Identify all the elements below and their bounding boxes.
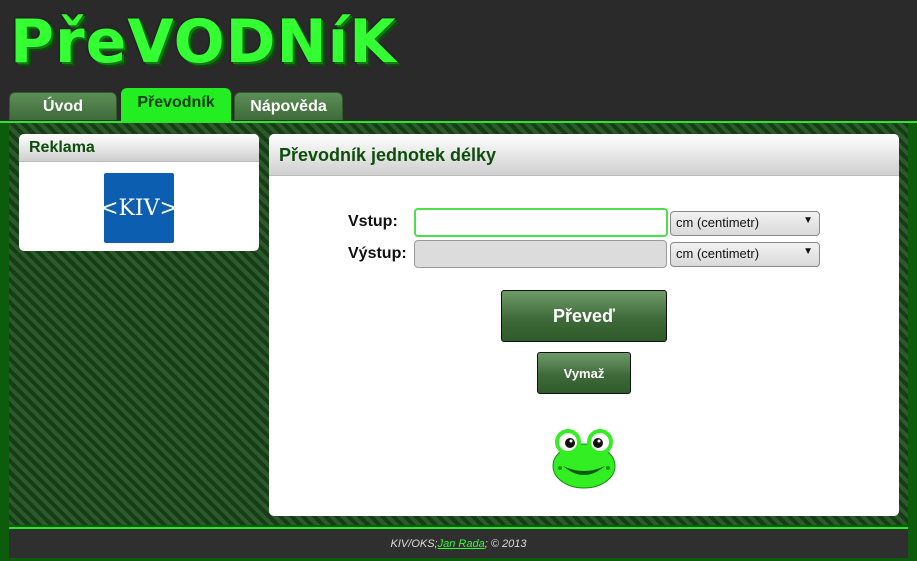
ad-panel: Reklama <KIV>: [19, 134, 259, 251]
site-header: PřeVODNíK Úvod Převodník Nápověda: [0, 0, 917, 122]
content-area: Reklama <KIV> Převodník jednotek délky V…: [0, 121, 917, 561]
site-logo: PřeVODNíK: [10, 7, 397, 77]
input-label: Vstup:: [348, 213, 398, 230]
ad-panel-title: Reklama: [19, 134, 259, 162]
input-value-field[interactable]: [414, 208, 668, 237]
frog-mascot-icon: [552, 429, 616, 489]
footer-suffix: ; © 2013: [484, 537, 527, 550]
dropdown-arrow-icon: ▼: [803, 246, 813, 257]
dropdown-arrow-icon: ▼: [803, 215, 813, 226]
site-footer: KIV/OKS; Jan Rada ; © 2013: [9, 527, 908, 558]
converter-title: Převodník jednotek délky: [269, 134, 899, 176]
output-value-field: [414, 240, 667, 268]
tab-prevodnik[interactable]: Převodník: [121, 88, 231, 122]
converter-panel: Převodník jednotek délky Vstup: cm (cent…: [269, 134, 899, 516]
striped-background: Reklama <KIV> Převodník jednotek délky V…: [9, 123, 908, 525]
input-unit-value: cm (centimetr): [676, 215, 760, 230]
input-unit-select[interactable]: cm (centimetr) ▼: [670, 211, 820, 236]
convert-button[interactable]: Převeď: [501, 290, 667, 342]
tab-napoveda[interactable]: Nápověda: [234, 92, 343, 120]
tab-uvod[interactable]: Úvod: [9, 92, 117, 120]
output-unit-select[interactable]: cm (centimetr) ▼: [670, 242, 820, 267]
kiv-logo[interactable]: <KIV>: [100, 173, 178, 243]
footer-prefix: KIV/OKS;: [390, 537, 438, 550]
footer-author-link[interactable]: Jan Rada: [438, 538, 485, 550]
output-label: Výstup:: [348, 245, 407, 262]
output-unit-value: cm (centimetr): [676, 246, 760, 261]
clear-button[interactable]: Vymaž: [537, 352, 631, 394]
